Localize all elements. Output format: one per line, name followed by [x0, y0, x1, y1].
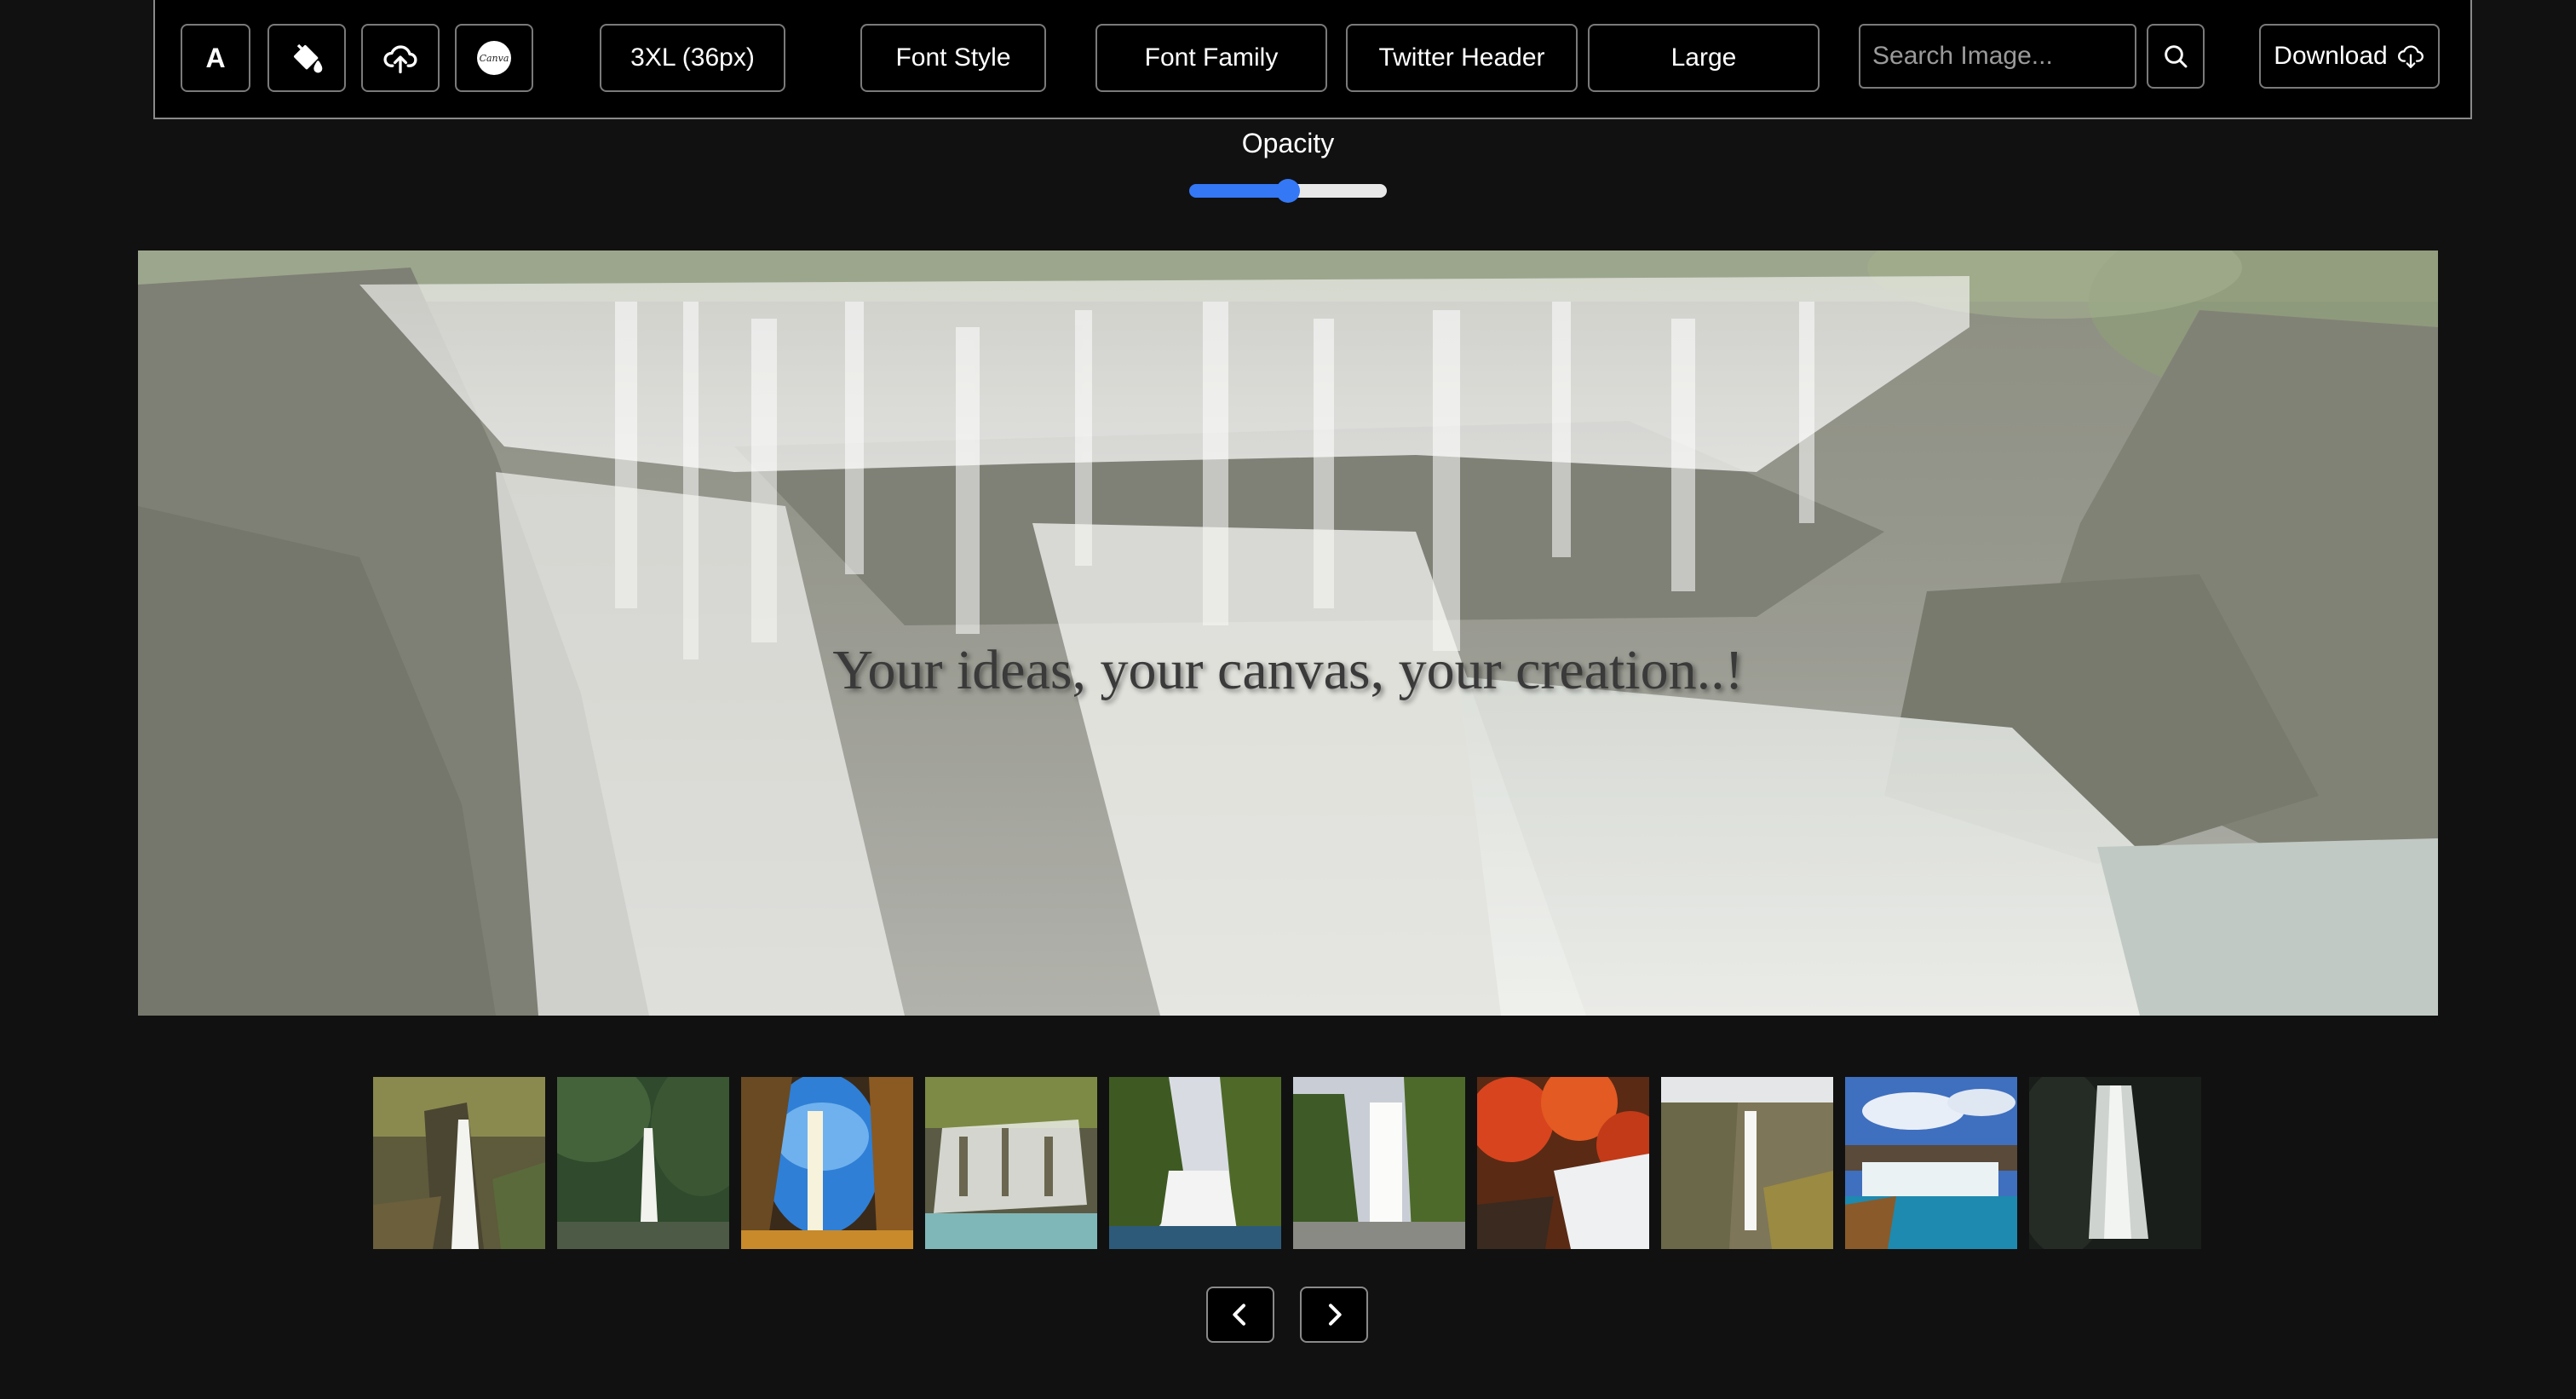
thumbnail-8[interactable]: [1661, 1077, 1833, 1249]
search-button[interactable]: [2147, 24, 2205, 89]
size-dropdown[interactable]: Large: [1588, 24, 1820, 92]
font-style-label: Font Style: [895, 43, 1011, 72]
chevron-left-icon: [1233, 1304, 1245, 1326]
size-label: Large: [1670, 43, 1737, 72]
waterfall-thumb-image: [1845, 1077, 2017, 1249]
fill-color-button[interactable]: [267, 24, 346, 92]
thumbnail-2[interactable]: [557, 1077, 729, 1249]
next-page-button[interactable]: [1300, 1287, 1368, 1343]
thumbnail-3[interactable]: [741, 1077, 913, 1249]
paint-bucket-icon: [294, 43, 323, 73]
waterfall-background-image: [138, 250, 2438, 1016]
font-size-label: 3XL (36px): [630, 43, 755, 72]
thumbnail-5[interactable]: [1109, 1077, 1281, 1249]
thumbnail-10[interactable]: [2029, 1077, 2201, 1249]
download-label: Download: [2274, 42, 2388, 70]
opacity-slider-thumb[interactable]: [1276, 179, 1300, 203]
thumbnail-strip: [373, 1077, 2203, 1251]
waterfall-thumb-image: [1477, 1077, 1649, 1249]
waterfall-thumb-image: [557, 1077, 729, 1249]
thumbnail-6[interactable]: [1293, 1077, 1465, 1249]
font-style-dropdown[interactable]: Font Style: [860, 24, 1046, 92]
opacity-slider-track: [1288, 184, 1387, 198]
opacity-label: Opacity: [1241, 128, 1335, 158]
toolbar: A Canva 3XL (36px) Font Style Font Famil…: [153, 0, 2472, 119]
waterfall-thumb-image: [1661, 1077, 1833, 1249]
template-label: Twitter Header: [1378, 43, 1545, 72]
canva-logo-icon: Canva: [477, 41, 511, 75]
waterfall-thumb-image: [1109, 1077, 1281, 1249]
waterfall-thumb-image: [741, 1077, 913, 1249]
opacity-slider[interactable]: [1189, 179, 1387, 203]
cloud-download-icon: [2397, 45, 2424, 68]
opacity-slider-fill: [1189, 184, 1288, 198]
cloud-upload-icon: [383, 45, 417, 74]
waterfall-thumb-image: [925, 1077, 1097, 1249]
text-icon: A: [205, 42, 226, 73]
canva-button[interactable]: Canva: [455, 24, 533, 92]
previous-page-button[interactable]: [1206, 1287, 1274, 1343]
thumbnail-9[interactable]: [1845, 1077, 2017, 1249]
thumbnail-4[interactable]: [925, 1077, 1097, 1249]
font-family-label: Font Family: [1144, 43, 1279, 72]
thumbnail-1[interactable]: [373, 1077, 545, 1249]
upload-button[interactable]: [361, 24, 440, 92]
canvas-text[interactable]: Your ideas, your canvas, your creation..…: [138, 638, 2438, 703]
text-tool-button[interactable]: A: [181, 24, 250, 92]
waterfall-thumb-image: [373, 1077, 545, 1249]
template-dropdown[interactable]: Twitter Header: [1346, 24, 1578, 92]
search-input[interactable]: [1859, 24, 2136, 89]
font-family-dropdown[interactable]: Font Family: [1095, 24, 1327, 92]
waterfall-thumb-image: [1293, 1077, 1465, 1249]
font-size-dropdown[interactable]: 3XL (36px): [600, 24, 785, 92]
search-icon: [2165, 45, 2188, 68]
thumbnail-7[interactable]: [1477, 1077, 1649, 1249]
waterfall-thumb-image: [2029, 1077, 2201, 1249]
design-canvas[interactable]: Your ideas, your canvas, your creation..…: [138, 250, 2438, 1016]
download-button[interactable]: Download: [2259, 24, 2440, 89]
chevron-right-icon: [1329, 1304, 1342, 1326]
